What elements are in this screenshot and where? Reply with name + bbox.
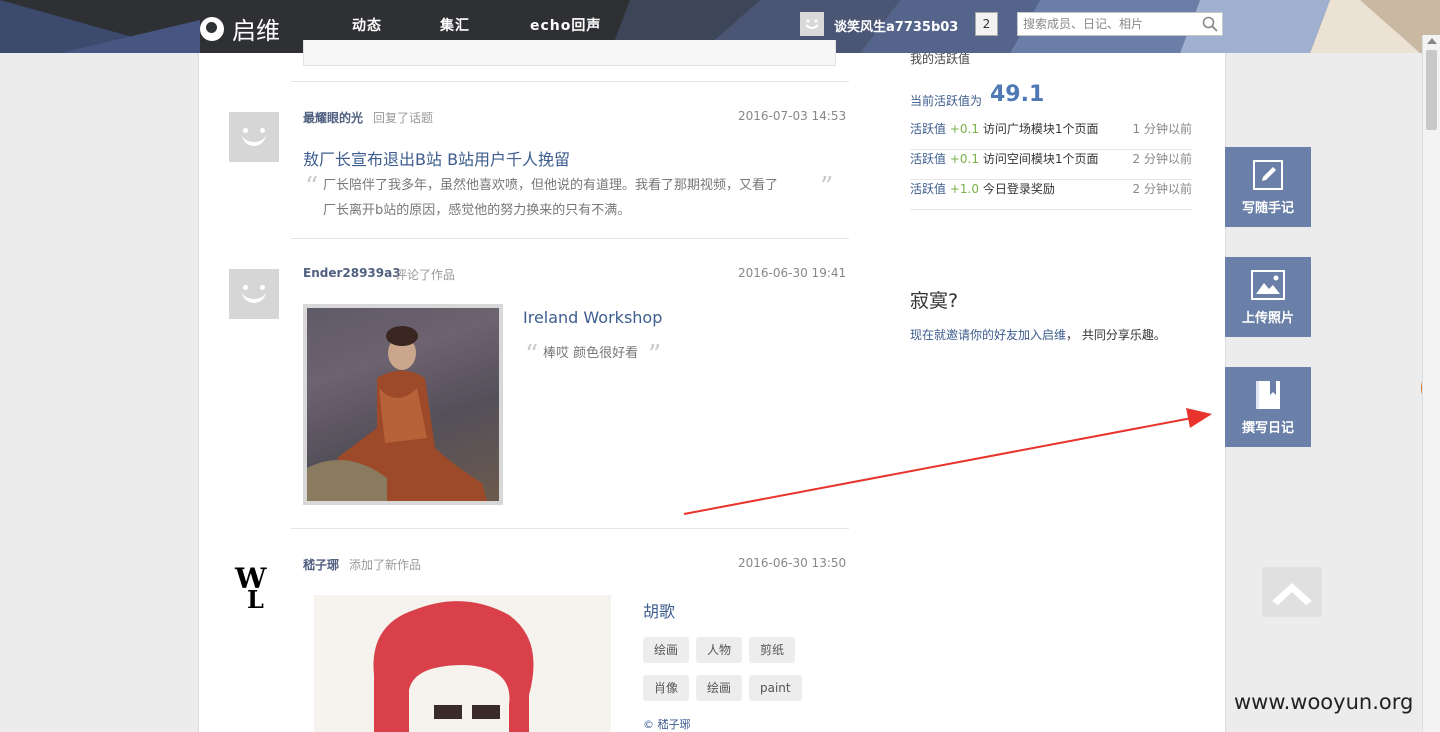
chevron-up-icon (1272, 583, 1312, 605)
annotation-arrow (683, 408, 1212, 515)
watermark-text: www.wooyun.org (1234, 690, 1414, 714)
back-to-top-button[interactable] (1262, 567, 1322, 617)
vertical-scrollbar[interactable] (1422, 35, 1440, 732)
scroll-up-arrow-icon[interactable] (1427, 38, 1437, 44)
scroll-thumb[interactable] (1426, 50, 1437, 130)
